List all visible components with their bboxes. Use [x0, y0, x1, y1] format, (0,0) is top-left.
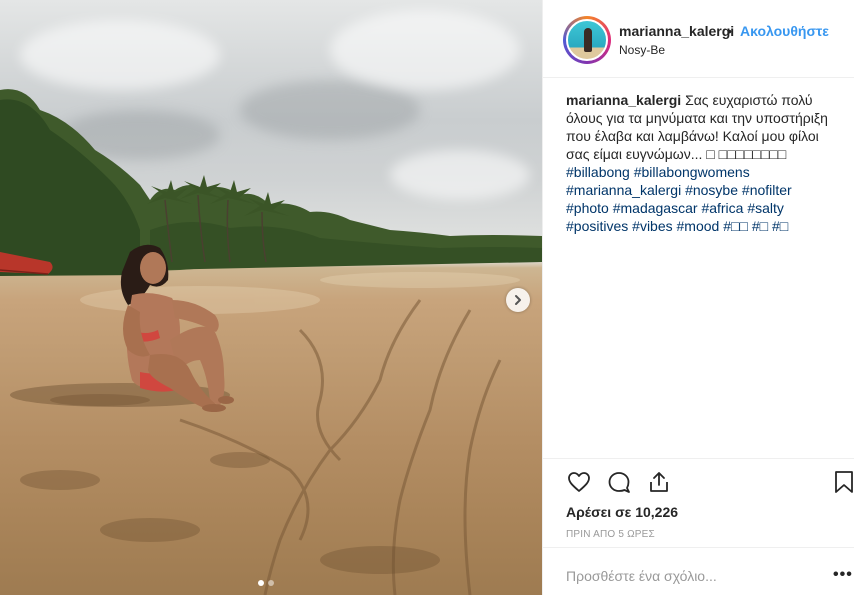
separator-dot: • [727, 23, 732, 39]
caption-username[interactable]: marianna_kalergi [566, 92, 681, 108]
post-timestamp[interactable]: ΠΡΙΝ ΑΠΟ 5 ΩΡΕΣ [566, 529, 655, 540]
post-side-panel: marianna_kalergi • Ακολουθήστε Nosy-Be m… [542, 0, 854, 595]
carousel-dot-active [258, 580, 264, 586]
post-header: marianna_kalergi • Ακολουθήστε Nosy-Be [543, 0, 854, 78]
comment-button[interactable] [606, 469, 632, 495]
hashtag[interactable]: #nofilter [742, 182, 792, 198]
hashtag[interactable]: #□ [752, 218, 768, 234]
comment-icon [608, 472, 630, 493]
post-caption: marianna_kalergi Σας ευχαριστώ πολύ όλου… [566, 91, 836, 235]
hashtag[interactable]: #africa [701, 200, 743, 216]
hashtag[interactable]: #madagascar [613, 200, 698, 216]
comment-bar: Προσθέστε ένα σχόλιο... ••• [543, 547, 854, 595]
save-button[interactable] [831, 469, 854, 495]
carousel-indicator [258, 580, 274, 586]
hashtag[interactable]: #positives [566, 218, 628, 234]
likes-count[interactable]: Αρέσει σε 10,226 [566, 504, 678, 520]
hashtag[interactable]: #marianna_kalergi [566, 182, 681, 198]
hashtag[interactable]: #billabong [566, 164, 630, 180]
avatar[interactable] [566, 19, 608, 61]
like-button[interactable] [566, 469, 592, 495]
location-link[interactable]: Nosy-Be [619, 43, 665, 57]
chevron-right-icon [515, 295, 521, 305]
next-slide-button[interactable] [506, 288, 530, 312]
post-photo[interactable] [0, 0, 542, 595]
comment-input[interactable]: Προσθέστε ένα σχόλιο... [566, 568, 717, 584]
heart-icon [568, 472, 590, 492]
share-button[interactable] [646, 469, 672, 495]
person-sitting [10, 244, 234, 412]
carousel-dot [268, 580, 274, 586]
bookmark-icon [835, 471, 853, 493]
header-username[interactable]: marianna_kalergi [619, 23, 734, 39]
hashtag[interactable]: #salty [747, 200, 784, 216]
hashtag[interactable]: #□□ [723, 218, 748, 234]
hashtag[interactable]: #□ [772, 218, 788, 234]
hashtag[interactable]: #nosybe [685, 182, 738, 198]
follow-button[interactable]: Ακολουθήστε [740, 23, 829, 39]
hashtag[interactable]: #photo [566, 200, 609, 216]
post-actions: Αρέσει σε 10,226 ΠΡΙΝ ΑΠΟ 5 ΩΡΕΣ Προσθέσ… [543, 458, 854, 595]
hashtag[interactable]: #mood [677, 218, 720, 234]
story-ring[interactable] [563, 16, 611, 64]
share-icon [650, 472, 668, 492]
more-options-button[interactable]: ••• [833, 566, 853, 584]
hashtag[interactable]: #vibes [632, 218, 672, 234]
hashtag[interactable]: #billabongwomens [634, 164, 750, 180]
